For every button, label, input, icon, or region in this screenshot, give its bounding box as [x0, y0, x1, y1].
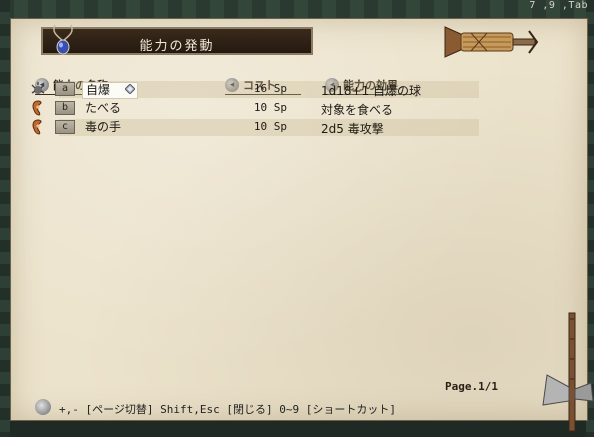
dialog-title-plate: 能力の発動: [41, 24, 313, 55]
ability-dialog: 能力の発動 ◂ 能力の名称 ◂ コスト ◂ 能力の効果 a 自爆 16 Sp 1d18…: [10, 18, 594, 432]
ability-effect: 1d18+1 自爆の球: [321, 84, 422, 98]
dialog-title: 能力の発動: [139, 39, 215, 54]
ability-effect: 2d5 毒攻撃: [321, 122, 384, 136]
ability-cost: 10 Sp: [253, 120, 287, 133]
ability-cost: 10 Sp: [253, 101, 287, 114]
game-world-left-edge: [0, 0, 10, 437]
ability-key-label: b: [55, 101, 75, 115]
ability-key-label: a: [55, 82, 75, 96]
ability-row-a[interactable]: a 自爆 16 Sp 1d18+1 自爆の球: [31, 81, 481, 99]
mouth-icon: [32, 119, 42, 135]
hud-tab-indicator: 7 ,9 ,Tab: [529, 0, 588, 11]
ability-row-c[interactable]: c 毒の手 10 Sp 2d5 毒攻撃: [31, 119, 481, 136]
mouth-icon: [32, 100, 42, 116]
page-indicator: Page.1/1: [445, 380, 498, 393]
key-hint-text: +,- [ページ切替] Shift,Esc [閉じる] 0~9 [ショートカット…: [59, 403, 396, 416]
ability-cost: 16 Sp: [253, 82, 287, 95]
selection-cursor-icon: [125, 84, 135, 94]
ability-effect: 対象を食べる: [321, 103, 394, 117]
bomb-icon: [31, 82, 45, 94]
ability-name: 毒の手: [85, 120, 122, 134]
scroll-decoration-icon: [444, 26, 539, 58]
ability-row-b[interactable]: b たべる 10 Sp 対象を食べる: [31, 100, 481, 117]
ability-name: たべる: [85, 101, 122, 115]
axe-decoration-icon: [542, 312, 594, 432]
hint-bullet-icon: [35, 399, 51, 415]
ability-key-label: c: [55, 120, 75, 134]
